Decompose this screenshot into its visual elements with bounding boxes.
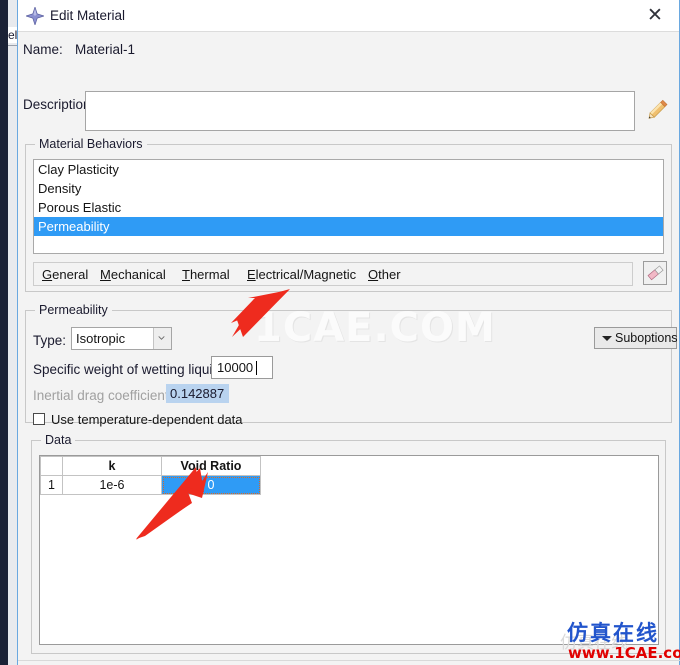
eraser-icon[interactable] — [643, 261, 667, 285]
suboptions-button[interactable]: Suboptions — [594, 327, 678, 349]
material-behaviors-group: Material Behaviors Clay Plasticity Densi… — [25, 137, 672, 292]
list-item-clay-plasticity[interactable]: Clay Plasticity — [34, 160, 663, 179]
temperature-dependent-label: Use temperature-dependent data — [51, 412, 243, 427]
list-item-density[interactable]: Density — [34, 179, 663, 198]
specific-weight-label: Specific weight of wetting liquid: — [33, 362, 224, 377]
column-header-index — [40, 456, 63, 476]
material-behaviors-group-title: Material Behaviors — [35, 137, 147, 151]
tab-other[interactable]: Other — [368, 263, 401, 287]
type-select[interactable]: Isotropic — [71, 327, 172, 350]
behavior-category-tabs: General Mechanical Thermal Electrical/Ma… — [33, 262, 633, 286]
text-caret — [256, 361, 257, 375]
dialog-titlebar: Edit Material ✕ — [18, 0, 679, 32]
name-label: Name: — [23, 42, 63, 57]
triangle-down-icon — [602, 336, 612, 341]
edit-material-dialog: Edit Material ✕ Name: Material-1 Descrip… — [17, 0, 680, 665]
type-select-value: Isotropic — [76, 331, 126, 346]
background-app-strip — [0, 0, 8, 665]
column-header-k: k — [62, 456, 162, 476]
name-value[interactable]: Material-1 — [75, 40, 135, 60]
row-index-cell: 1 — [40, 475, 63, 495]
pencil-icon[interactable] — [642, 94, 672, 126]
suboptions-label: Suboptions — [615, 331, 678, 345]
permeability-group: Permeability Type: Isotropic Specific we… — [25, 303, 678, 427]
permeability-group-title: Permeability — [35, 303, 112, 317]
list-item-porous-elastic[interactable]: Porous Elastic — [34, 198, 663, 217]
tab-thermal[interactable]: Thermal — [182, 263, 230, 287]
table-header-row: k Void Ratio — [40, 456, 261, 476]
column-header-void-ratio: Void Ratio — [161, 456, 261, 476]
name-row: Name: Material-1 — [18, 40, 679, 60]
material-behaviors-list[interactable]: Clay Plasticity Density Porous Elastic P… — [33, 159, 664, 254]
specific-weight-value: 10000 — [217, 360, 254, 375]
table-row[interactable]: 1 1e-6 0 — [40, 475, 261, 495]
list-item-permeability[interactable]: Permeability — [34, 217, 663, 236]
inertial-drag-value: 0.142887 — [166, 384, 229, 403]
tab-electrical-magnetic[interactable]: Electrical/Magnetic — [247, 263, 356, 287]
specific-weight-input[interactable]: 10000 — [211, 356, 273, 379]
data-group: Data k Void Ratio 1 1e-6 0 — [31, 433, 666, 654]
data-group-title: Data — [41, 433, 76, 447]
abaqus-diamond-icon — [24, 5, 46, 27]
screen: el Edit Material ✕ Name: Material-1 Desc… — [0, 0, 680, 665]
dialog-body: Name: Material-1 Description: Material B… — [18, 32, 680, 665]
checkbox-box — [33, 413, 45, 425]
close-icon[interactable]: ✕ — [635, 0, 675, 31]
chevron-down-icon — [153, 328, 171, 349]
data-table: k Void Ratio 1 1e-6 0 — [40, 456, 261, 495]
footer-separator — [18, 660, 680, 661]
type-label: Type: — [33, 333, 67, 348]
description-input[interactable] — [85, 91, 635, 131]
cell-void-ratio[interactable]: 0 — [161, 475, 261, 495]
inertial-drag-label: Inertial drag coefficient: — [33, 388, 173, 403]
dialog-title: Edit Material — [50, 8, 126, 23]
cell-k[interactable]: 1e-6 — [62, 475, 162, 495]
tab-mechanical[interactable]: Mechanical — [100, 263, 166, 287]
data-grid[interactable]: k Void Ratio 1 1e-6 0 — [39, 455, 659, 645]
tab-general[interactable]: General — [42, 263, 88, 287]
description-label: Description: — [23, 97, 95, 112]
